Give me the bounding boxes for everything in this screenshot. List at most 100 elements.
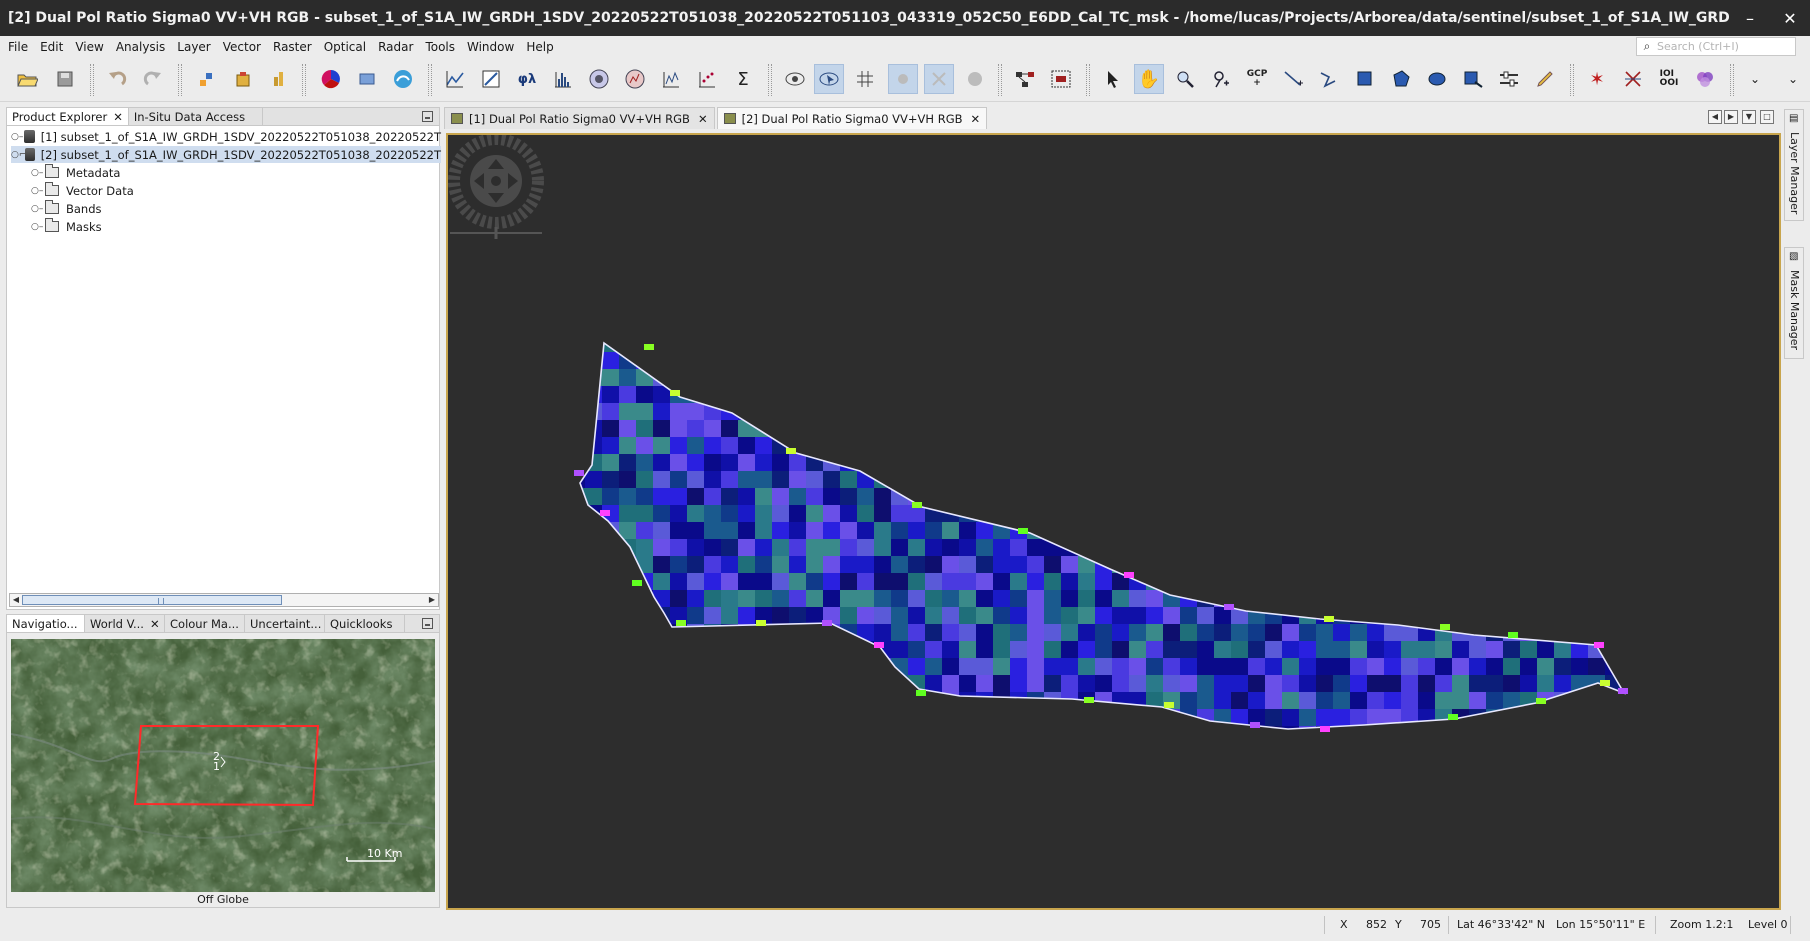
statistics-icon[interactable] [620, 64, 650, 94]
world-view-icon[interactable] [388, 64, 418, 94]
chevron-down-icon[interactable]: ⌄ [1740, 64, 1770, 94]
layer-manager-tab[interactable]: ▤ Layer Manager [1784, 109, 1804, 221]
product-node-2[interactable]: ○⌐ [2] subset_1_of_S1A_IW_GRDH_1SDV_2022… [11, 146, 441, 163]
collapse-icon[interactable]: ○⌐ [11, 150, 26, 160]
tab-list-icon[interactable]: ▼ [1742, 110, 1756, 124]
expand-icon[interactable]: ○– [31, 168, 45, 178]
batch-graph-icon[interactable] [1046, 64, 1076, 94]
tree-node-masks[interactable]: ○– Masks [31, 218, 102, 235]
zoom-tool-icon[interactable] [1170, 64, 1200, 94]
mask-manager-tab[interactable]: ▧ Mask Manager [1784, 247, 1804, 359]
tree-node-vector-data[interactable]: ○– Vector Data [31, 182, 134, 199]
draw-polygon-tool-icon[interactable] [1386, 64, 1416, 94]
draw-rectangle-tool-icon[interactable] [1350, 64, 1380, 94]
scatter-plot-icon[interactable] [656, 64, 686, 94]
scroll-left-icon[interactable]: ◀ [10, 594, 22, 606]
tab-navigation[interactable]: Navigatio... [7, 615, 85, 632]
menu-file[interactable]: File [0, 36, 34, 58]
magic-wand-tool-icon[interactable] [1494, 64, 1524, 94]
horizontal-scrollbar[interactable]: ◀ ▶ [9, 593, 439, 607]
sum-icon[interactable]: Σ [728, 64, 758, 94]
range-finder-tool-icon[interactable] [1458, 64, 1488, 94]
pan-tool-icon[interactable]: ✋ [1134, 64, 1164, 94]
image-view-icon[interactable] [352, 64, 382, 94]
rgb-image-icon[interactable] [316, 64, 346, 94]
sync-views-icon[interactable] [780, 64, 810, 94]
scroll-right-icon[interactable]: ▶ [426, 594, 438, 606]
open-product-icon[interactable] [12, 64, 42, 94]
close-window-button[interactable]: ✕ [1770, 9, 1810, 28]
expand-icon[interactable]: ○– [11, 132, 24, 142]
spectrum-view-icon[interactable] [440, 64, 470, 94]
scroll-tabs-left-icon[interactable]: ◀ [1708, 110, 1722, 124]
menu-window[interactable]: Window [461, 36, 520, 58]
search-box[interactable]: ⌕ Search (Ctrl+I) [1636, 37, 1796, 56]
menu-radar[interactable]: Radar [372, 36, 419, 58]
gcp-tool-icon[interactable]: GCP + [1242, 64, 1272, 94]
product-node-1[interactable]: ○– [1] subset_1_of_S1A_IW_GRDH_1SDV_2022… [11, 128, 441, 145]
no-data-overlay-icon[interactable] [960, 64, 990, 94]
menu-edit[interactable]: Edit [34, 36, 69, 58]
pencil-tool-icon[interactable] [1530, 64, 1560, 94]
graph-builder-icon[interactable] [1010, 64, 1040, 94]
minimize-pane-icon[interactable] [422, 618, 433, 629]
menu-layer[interactable]: Layer [171, 36, 216, 58]
undo-icon[interactable] [102, 64, 132, 94]
minimize-button[interactable]: – [1730, 9, 1770, 28]
maximize-view-icon[interactable]: □ [1760, 110, 1774, 124]
draw-polyline-tool-icon[interactable] [1314, 64, 1344, 94]
save-product-icon[interactable] [50, 64, 80, 94]
toolbar-overflow-icon[interactable]: ⌄ [1778, 64, 1808, 94]
graticule-icon[interactable] [850, 64, 880, 94]
sync-cursor-icon[interactable] [814, 64, 844, 94]
close-icon[interactable]: ✕ [113, 110, 123, 124]
close-icon[interactable]: ✕ [150, 617, 160, 631]
profile-plot-icon[interactable] [476, 64, 506, 94]
scroll-tabs-right-icon[interactable]: ▶ [1724, 110, 1738, 124]
gcp-overlay-icon[interactable] [924, 64, 954, 94]
tree-node-bands[interactable]: ○– Bands [31, 200, 102, 217]
tab-product-explorer[interactable]: Product Explorer ✕ [7, 108, 129, 125]
blend-icon[interactable] [1690, 64, 1720, 94]
redo-icon[interactable] [138, 64, 168, 94]
expand-icon[interactable]: ○– [31, 222, 45, 232]
minimize-pane-icon[interactable] [422, 111, 433, 122]
select-tool-icon[interactable] [1098, 64, 1128, 94]
menu-help[interactable]: Help [520, 36, 559, 58]
menu-raster[interactable]: Raster [267, 36, 318, 58]
draw-ellipse-tool-icon[interactable] [1422, 64, 1452, 94]
wavelength-icon[interactable]: φλ [512, 64, 542, 94]
image-canvas[interactable] [446, 133, 1781, 910]
band-maths-icon[interactable] [192, 64, 222, 94]
tab-in-situ-data-access[interactable]: In-Situ Data Access [129, 108, 263, 125]
menu-optical[interactable]: Optical [318, 36, 372, 58]
tab-uncertainty[interactable]: Uncertaint... [245, 615, 325, 632]
scroll-thumb[interactable] [22, 595, 282, 605]
tab-view-1[interactable]: [1] Dual Pol Ratio Sigma0 VV+VH RGB ✕ [444, 107, 715, 129]
tab-colour-manipulation[interactable]: Colour Ma... [165, 615, 245, 632]
product-library-icon[interactable] [228, 64, 258, 94]
binary-icon[interactable]: IOI OOI [1654, 64, 1684, 94]
tree-node-metadata[interactable]: ○– Metadata [31, 164, 120, 181]
tab-quicklooks[interactable]: Quicklooks [325, 615, 405, 632]
world-map-view[interactable]: 2 1 10 Km [11, 639, 435, 892]
menu-view[interactable]: View [69, 36, 109, 58]
star-icon[interactable]: ✶ [1582, 64, 1612, 94]
expand-icon[interactable]: ○– [31, 186, 45, 196]
menu-tools[interactable]: Tools [419, 36, 461, 58]
draw-line-tool-icon[interactable] [1278, 64, 1308, 94]
correlative-plot-icon[interactable] [692, 64, 722, 94]
cross-plot-icon[interactable] [1618, 64, 1648, 94]
batch-processing-icon[interactable] [264, 64, 294, 94]
close-icon[interactable]: ✕ [971, 112, 981, 126]
tab-world-view[interactable]: World V... ✕ [85, 615, 165, 632]
histogram-icon[interactable] [548, 64, 578, 94]
tab-view-2[interactable]: [2] Dual Pol Ratio Sigma0 VV+VH RGB ✕ [716, 107, 988, 129]
information-icon[interactable] [584, 64, 614, 94]
close-icon[interactable]: ✕ [698, 112, 708, 126]
pin-placing-tool-icon[interactable] [1206, 64, 1236, 94]
pin-overlay-icon[interactable] [888, 64, 918, 94]
menu-vector[interactable]: Vector [217, 36, 267, 58]
expand-icon[interactable]: ○– [31, 204, 45, 214]
menu-analysis[interactable]: Analysis [110, 36, 171, 58]
